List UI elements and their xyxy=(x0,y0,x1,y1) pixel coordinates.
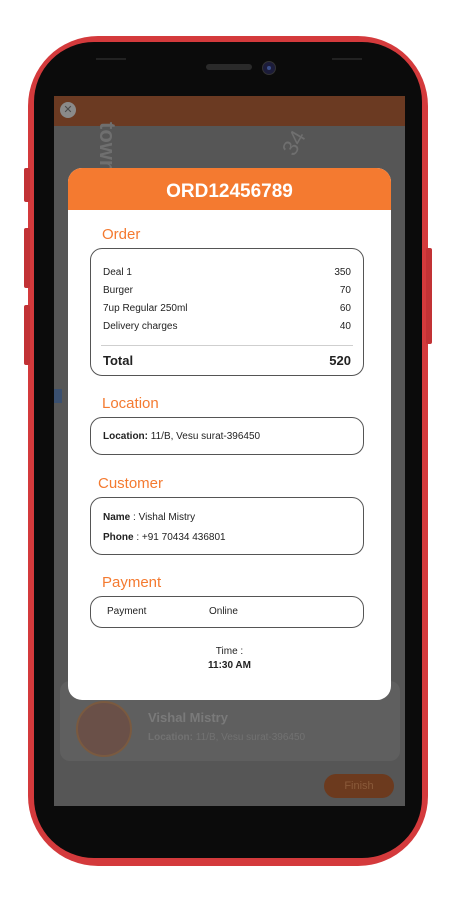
location-box: Location: 11/B, Vesu surat-396450 xyxy=(90,417,364,455)
order-item-price: 350 xyxy=(334,267,351,278)
total-value: 520 xyxy=(329,353,351,368)
order-details-modal: ORD12456789 Order Deal 1 350 Burger 70 7… xyxy=(68,168,391,700)
order-item-row: Burger 70 xyxy=(103,285,351,296)
customer-phone-line: Phone : +91 70434 436801 xyxy=(103,532,226,543)
finish-button[interactable]: Finish xyxy=(324,774,394,798)
location-label: Location: xyxy=(103,431,148,442)
customer-name: Vishal Mistry xyxy=(148,710,228,725)
order-section-title: Order xyxy=(102,226,141,243)
mute-switch xyxy=(24,168,30,202)
volume-up-button xyxy=(24,228,30,288)
phone-value[interactable]: : +91 70434 436801 xyxy=(136,532,225,543)
front-camera xyxy=(262,61,276,75)
payment-section-title: Payment xyxy=(102,574,162,591)
order-item-name: Deal 1 xyxy=(103,267,132,278)
map-street-label: town xyxy=(95,122,120,174)
order-item-name: 7up Regular 250ml xyxy=(103,303,188,314)
customer-box: Name : Vishal Mistry Phone : +91 70434 4… xyxy=(90,497,364,555)
total-label: Total xyxy=(103,353,134,368)
avatar xyxy=(76,701,132,757)
payment-label: Payment xyxy=(107,606,147,617)
name-value: : Vishal Mistry xyxy=(133,512,196,523)
notch-edge-right xyxy=(332,58,362,60)
customer-location: Location: 11/B, Vesu surat-396450 xyxy=(148,732,305,743)
location-value: 11/B, Vesu surat-396450 xyxy=(150,431,261,442)
order-summary-box: Deal 1 350 Burger 70 7up Regular 250ml 6… xyxy=(90,248,364,376)
total-divider xyxy=(101,345,353,346)
name-label: Name xyxy=(103,512,131,523)
order-item-price: 60 xyxy=(339,303,351,314)
location-value: 11/B, Vesu surat-396450 xyxy=(195,732,306,743)
map-marker xyxy=(54,389,62,403)
order-item-row: 7up Regular 250ml 60 xyxy=(103,303,351,314)
customer-name-line: Name : Vishal Mistry xyxy=(103,512,195,523)
order-item-price: 70 xyxy=(339,285,351,296)
close-icon[interactable]: ✕ xyxy=(60,102,76,118)
notch-edge-left xyxy=(96,58,126,60)
time-label: Time : xyxy=(215,646,244,657)
order-id-header: ORD12456789 xyxy=(68,168,391,210)
location-label: Location: xyxy=(148,732,193,743)
power-button xyxy=(426,248,432,344)
speaker-grille xyxy=(206,64,252,70)
phone-label: Phone xyxy=(103,532,134,543)
order-item-row: Deal 1 350 xyxy=(103,267,351,278)
payment-method: Online xyxy=(209,606,238,617)
location-section-title: Location xyxy=(102,395,159,412)
customer-section-title: Customer xyxy=(98,475,164,492)
delivery-time: 11:30 AM xyxy=(208,660,251,671)
payment-box: Payment Online xyxy=(90,596,364,628)
volume-down-button xyxy=(24,305,30,365)
order-item-price: 40 xyxy=(339,321,351,332)
order-item-name: Burger xyxy=(103,285,134,296)
map-street-number: 34 xyxy=(276,125,311,160)
order-total-row: Total 520 xyxy=(103,353,351,368)
order-item-row: Delivery charges 40 xyxy=(103,321,351,332)
location-line: Location: 11/B, Vesu surat-396450 xyxy=(103,431,260,442)
order-item-name: Delivery charges xyxy=(103,321,178,332)
